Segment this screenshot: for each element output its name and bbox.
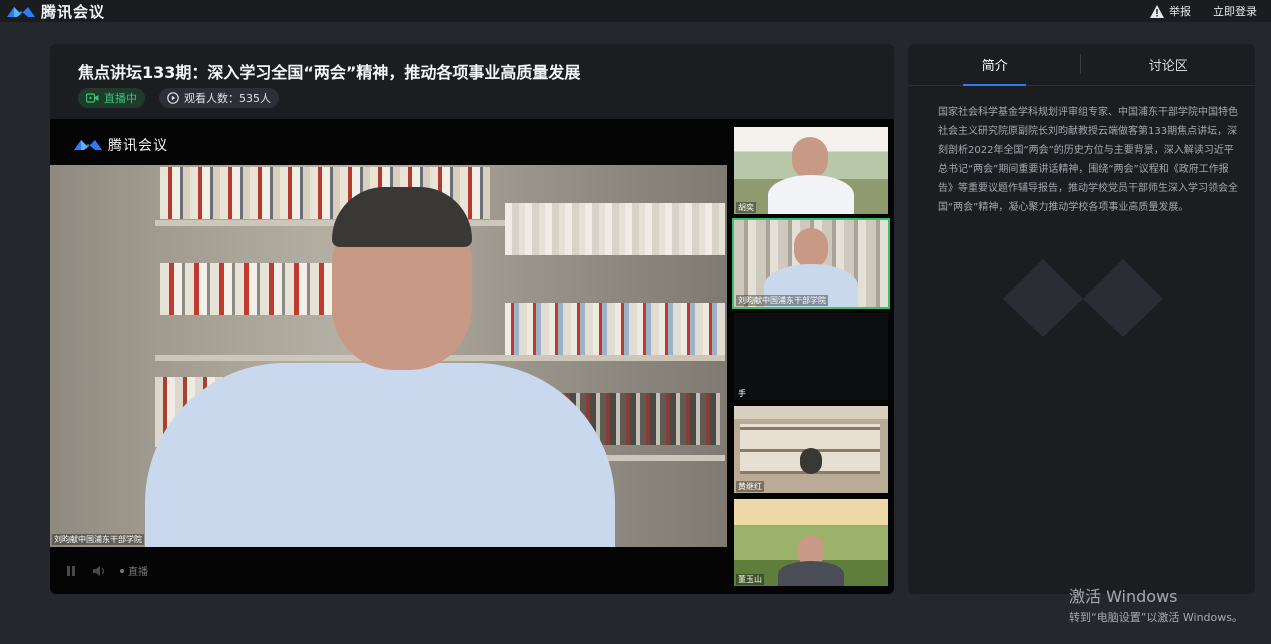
tab-divider <box>1080 54 1081 74</box>
warning-icon <box>1150 4 1164 18</box>
tencent-meeting-logo-icon <box>74 140 102 150</box>
live-dot-icon <box>120 568 124 573</box>
live-indicator: 直播 <box>120 563 148 578</box>
participant-thumbnail[interactable]: 黄继红 <box>734 406 888 493</box>
participant-name: 胡奕 <box>736 202 756 213</box>
participant-figure <box>800 448 822 474</box>
tab-intro[interactable]: 简介 <box>908 44 1082 86</box>
participant-figure <box>768 175 854 214</box>
video-player[interactable]: 腾讯会议 刘昀献中国浦东干部学院 直播 胡奕 刘昀献中国浦东干部学院 手 黄继红… <box>50 119 894 594</box>
windows-activation-title: 激活 Windows <box>1069 587 1178 606</box>
report-label: 举报 <box>1169 5 1191 18</box>
bookshelf-row <box>505 203 725 255</box>
volume-icon[interactable] <box>92 564 106 578</box>
live-label: 直播中 <box>104 92 137 105</box>
main-speaker-video[interactable]: 刘昀献中国浦东干部学院 <box>50 165 727 547</box>
event-description: 国家社会科学基金学科规划评审组专家、中国浦东干部学院中国特色社会主义研究院原副院… <box>938 107 1238 213</box>
tencent-meeting-watermark-icon <box>1003 259 1163 337</box>
app-logo[interactable]: 腾讯会议 <box>5 1 105 22</box>
participant-name: 董玉山 <box>736 574 764 585</box>
side-panel: 简介 讨论区 国家社会科学基金学科规划评审组专家、中国浦东干部学院中国特色社会主… <box>908 44 1255 594</box>
participant-thumbnail[interactable]: 董玉山 <box>734 499 888 586</box>
tab-discussion[interactable]: 讨论区 <box>1082 44 1256 85</box>
speaker-shirt <box>145 363 615 547</box>
event-title: 焦点讲坛133期：深入学习全国“两会”精神，推动各项事业高质量发展 <box>78 63 581 82</box>
report-button[interactable]: 举报 <box>1150 3 1191 19</box>
participant-name: 黄继红 <box>736 481 764 492</box>
side-tabs: 简介 讨论区 <box>908 44 1255 86</box>
participant-thumbnail-active[interactable]: 刘昀献中国浦东干部学院 <box>732 218 890 309</box>
participant-figure <box>778 561 844 586</box>
participant-thumbnail[interactable]: 手 <box>734 313 888 400</box>
viewer-count-badge: 观看人数：535人 <box>159 88 279 108</box>
live-indicator-label: 直播 <box>128 567 148 578</box>
live-stream-card: 焦点讲坛133期：深入学习全国“两会”精神，推动各项事业高质量发展 直播中 观看… <box>50 44 894 594</box>
windows-activation-subtitle: 转到“电脑设置”以激活 Windows。 <box>1069 611 1243 624</box>
live-badge: 直播中 <box>78 88 145 108</box>
app-name: 腾讯会议 <box>41 3 106 21</box>
participant-figure <box>792 137 828 179</box>
player-controls: 直播 <box>50 547 727 594</box>
participant-name: 刘昀献中国浦东干部学院 <box>736 295 828 306</box>
play-circle-icon <box>167 92 179 104</box>
video-camera-icon <box>86 93 99 103</box>
tencent-meeting-logo-icon <box>7 6 35 17</box>
login-button[interactable]: 立即登录 <box>1213 3 1257 19</box>
pause-icon[interactable] <box>64 564 78 578</box>
bookshelf-row <box>505 303 725 355</box>
windows-activation-notice: 激活 Windows 转到“电脑设置”以激活 Windows。 <box>1069 583 1243 625</box>
player-logo-text: 腾讯会议 <box>108 138 168 154</box>
participant-name: 手 <box>736 388 748 399</box>
participant-figure <box>794 228 828 268</box>
player-watermark-logo: 腾讯会议 <box>72 135 168 155</box>
top-bar: 腾讯会议 举报 立即登录 <box>0 0 1271 22</box>
participant-thumbnail[interactable]: 胡奕 <box>734 127 888 214</box>
viewer-count: 观看人数：535人 <box>184 92 271 105</box>
main-video-caption: 刘昀献中国浦东干部学院 <box>52 534 144 545</box>
